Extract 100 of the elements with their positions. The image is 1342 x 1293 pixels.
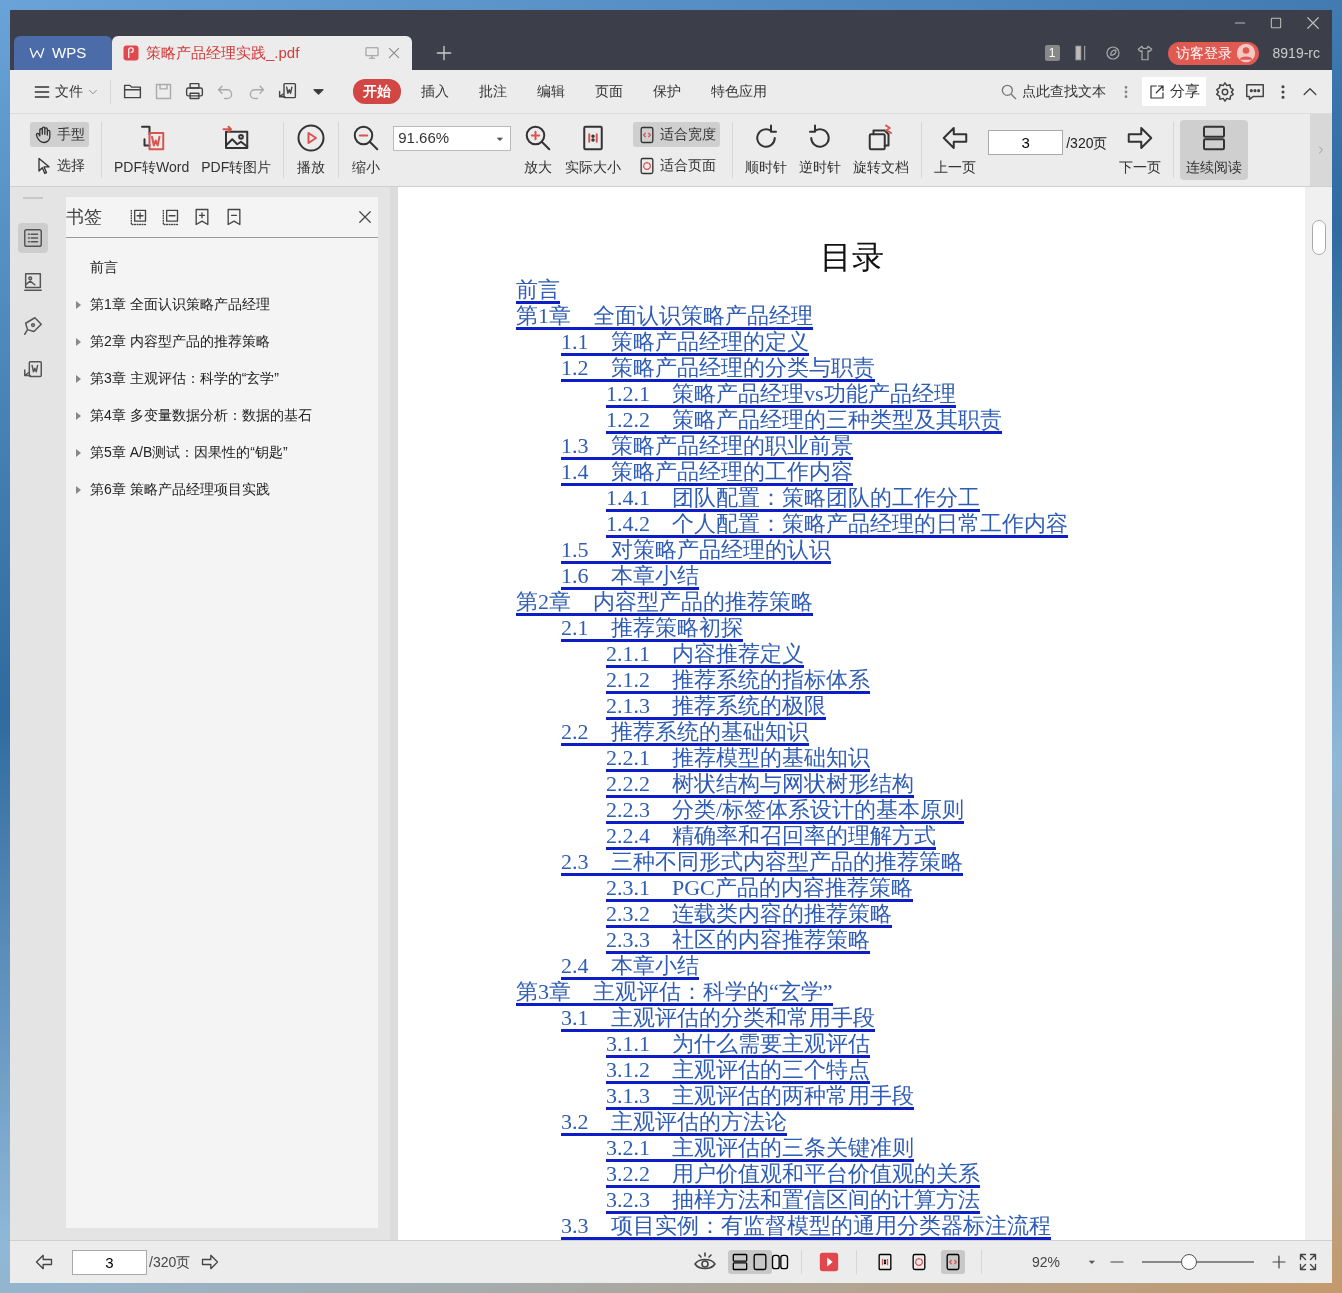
- bookmark-item[interactable]: 第4章 多变量数据分析：数据的基石: [66, 397, 378, 434]
- expand-arrow-icon[interactable]: [74, 411, 82, 420]
- toc-link[interactable]: 3.1 主观评估的分类和常用手段: [561, 1007, 875, 1032]
- toc-link[interactable]: 2.1.2 推荐系统的指标体系: [606, 669, 870, 694]
- toc-link[interactable]: 3.3 项目实例：有监督模型的通用分类器标注流程: [561, 1215, 1051, 1240]
- close-button[interactable]: [1304, 14, 1322, 32]
- toc-link[interactable]: 2.3.1 PGC产品的内容推荐策略: [606, 877, 913, 902]
- toc-link[interactable]: 1.5 对策略产品经理的认识: [561, 539, 831, 564]
- rail-button[interactable]: [17, 223, 48, 253]
- slider-thumb[interactable]: [1181, 1254, 1198, 1270]
- toc-link[interactable]: 1.6 本章小结: [561, 565, 699, 590]
- menu-tab[interactable]: 批注: [469, 79, 517, 104]
- search-button[interactable]: 点此查找文本: [995, 79, 1110, 104]
- expand-all-button[interactable]: [128, 207, 148, 227]
- toc-link[interactable]: 2.2.2 树状结构与网状树形结构: [606, 773, 914, 798]
- continuous-reading-button[interactable]: 连续阅读: [1180, 120, 1249, 180]
- expand-arrow-icon[interactable]: [74, 374, 82, 383]
- toc-link[interactable]: 3.1.3 主观评估的两种常用手段: [606, 1085, 914, 1110]
- toc-link[interactable]: 1.2.1 策略产品经理vs功能产品经理: [606, 383, 956, 408]
- zoom-value[interactable]: 92%: [1016, 1251, 1076, 1273]
- window-count[interactable]: 1: [1044, 45, 1060, 61]
- toc-link[interactable]: 第2章 内容型产品的推荐策略: [516, 591, 813, 616]
- toc-link[interactable]: 2.2.3 分类/标签体系设计的基本原则: [606, 799, 965, 824]
- share-button[interactable]: 分享: [1142, 77, 1206, 106]
- bookmark-item[interactable]: 第3章 主观评估：科学的“玄学”: [66, 360, 378, 397]
- expand-arrow-icon[interactable]: [74, 337, 82, 346]
- bookmark-item[interactable]: 第5章 A/B测试：因果性的“钥匙”: [66, 434, 378, 471]
- new-tab-button[interactable]: [434, 43, 454, 63]
- maximize-button[interactable]: [1268, 15, 1284, 31]
- close-panel-button[interactable]: [356, 208, 374, 226]
- toc-link[interactable]: 第3章 主观评估：科学的“玄学”: [516, 981, 833, 1006]
- bookmark-item[interactable]: 第2章 内容型产品的推荐策略: [66, 323, 378, 360]
- toc-link[interactable]: 2.3.3 社区的内容推荐策略: [606, 929, 870, 954]
- pdf-to-image-button[interactable]: PDF转图片: [195, 114, 278, 186]
- toc-link[interactable]: 前言: [516, 279, 560, 304]
- toc-link[interactable]: 3.2.1 主观评估的三条关键准则: [606, 1137, 914, 1162]
- toc-link[interactable]: 2.2 推荐系统的基础知识: [561, 721, 809, 746]
- toc-link[interactable]: 2.3 三种不同形式内容型产品的推荐策略: [561, 851, 963, 876]
- toc-link[interactable]: 3.2.3 抽样方法和置信区间的计算方法: [606, 1189, 980, 1214]
- toc-link[interactable]: 1.2 策略产品经理的分类与职责: [561, 357, 875, 382]
- toc-link[interactable]: 2.2.1 推荐模型的基础知识: [606, 747, 870, 772]
- print-icon[interactable]: [184, 81, 205, 102]
- previous-page-button[interactable]: 上一页: [928, 114, 983, 186]
- settings-button[interactable]: [1214, 80, 1236, 103]
- page-field[interactable]: 3: [988, 130, 1064, 155]
- bookmark-item[interactable]: 第6章 策略产品经理项目实践: [66, 471, 378, 508]
- rotate-counterclockwise-button[interactable]: 逆时针: [793, 114, 848, 186]
- bookmark-item[interactable]: 前言: [66, 249, 378, 286]
- toc-link[interactable]: 第1章 全面认识策略产品经理: [516, 305, 813, 330]
- toc-link[interactable]: 3.2.2 用户价值观和平台价值观的关系: [606, 1163, 980, 1188]
- single-page-button[interactable]: [748, 1250, 772, 1274]
- toc-link[interactable]: 2.2.4 精确率和召回率的理解方式: [606, 825, 936, 850]
- toc-link[interactable]: 1.4.2 个人配置：策略产品经理的日常工作内容: [606, 513, 1068, 538]
- menu-tab[interactable]: 特色应用: [701, 79, 777, 104]
- close-tab-button[interactable]: [386, 45, 402, 61]
- toc-link[interactable]: 1.3 策略产品经理的职业前景: [561, 435, 853, 460]
- toc-link[interactable]: 2.1.3 推荐系统的极限: [606, 695, 826, 720]
- toc-link[interactable]: 1.4 策略产品经理的工作内容: [561, 461, 853, 486]
- toc-link[interactable]: 1.1 策略产品经理的定义: [561, 331, 809, 356]
- toc-link[interactable]: 2.4 本章小结: [561, 955, 699, 980]
- toc-link[interactable]: 3.1.2 主观评估的三个特点: [606, 1059, 870, 1084]
- play-button[interactable]: [818, 1251, 840, 1273]
- home-tab[interactable]: WPS: [14, 36, 112, 70]
- toc-link[interactable]: 2.3.2 连载类内容的推荐策略: [606, 903, 892, 928]
- zoom-field[interactable]: 91.66%: [393, 126, 512, 151]
- document-tab[interactable]: 策略产品经理实践_.pdf: [112, 36, 412, 70]
- rotate-clockwise-button[interactable]: 顺时针: [739, 114, 794, 186]
- collapse-all-button[interactable]: [160, 207, 180, 227]
- login-button[interactable]: 访客登录: [1167, 41, 1259, 65]
- next-page-button[interactable]: [200, 1252, 221, 1272]
- fit-width-button[interactable]: [941, 1250, 965, 1274]
- expand-arrow-icon[interactable]: [74, 300, 82, 309]
- zoom-out-button[interactable]: 缩小: [345, 114, 388, 186]
- page-field[interactable]: 3: [72, 1249, 147, 1275]
- menu-tab[interactable]: 编辑: [527, 79, 575, 104]
- play-button[interactable]: 播放: [290, 114, 333, 186]
- bookmark-item[interactable]: 第1章 全面认识策略产品经理: [66, 286, 378, 323]
- menu-tab[interactable]: 插入: [411, 79, 459, 104]
- select-tool[interactable]: 选择: [30, 153, 89, 178]
- fit-width-button[interactable]: 适合宽度: [633, 122, 721, 147]
- hand-tool[interactable]: 手型: [30, 122, 89, 147]
- next-page-button[interactable]: 下一页: [1113, 114, 1168, 186]
- previous-page-button[interactable]: [34, 1252, 54, 1272]
- toc-link[interactable]: 1.4.1 团队配置：策略团队的工作分工: [606, 487, 980, 512]
- zoom-in-button[interactable]: [1270, 1253, 1288, 1271]
- scrollbar-thumb[interactable]: [1311, 220, 1326, 255]
- fit-page-button[interactable]: 适合页面: [633, 153, 721, 178]
- toc-link[interactable]: 3.2 主观评估的方法论: [561, 1111, 787, 1136]
- rotate-document-button[interactable]: 旋转文档: [847, 114, 916, 186]
- menu-tab[interactable]: 页面: [585, 79, 633, 104]
- expand-arrow-icon[interactable]: [74, 485, 82, 494]
- toc-link[interactable]: 2.1 推荐策略初探: [561, 617, 743, 642]
- menu-tab[interactable]: 开始: [353, 79, 401, 104]
- toc-link[interactable]: 1.2.2 策略产品经理的三种类型及其职责: [606, 409, 1002, 434]
- menu-tab[interactable]: 保护: [643, 79, 691, 104]
- toc-link[interactable]: 3.1.1 为什么需要主观评估: [606, 1033, 870, 1058]
- file-menu[interactable]: 文件: [28, 79, 104, 104]
- toc-link[interactable]: 2.1.1 内容推荐定义: [606, 643, 804, 668]
- zoom-in-button[interactable]: 放大: [517, 114, 560, 186]
- fullscreen-button[interactable]: [1298, 1252, 1318, 1272]
